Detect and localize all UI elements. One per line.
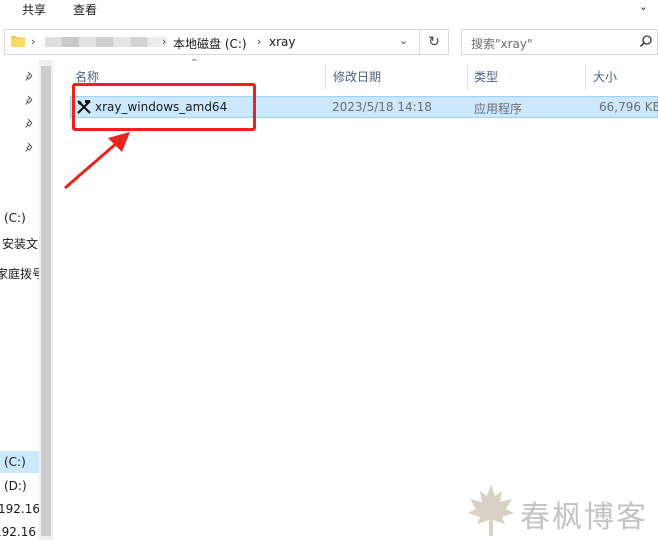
nav-item-install[interactable]: 安装文: [2, 235, 41, 252]
nav-item-drive-c-selected[interactable]: (C:): [0, 451, 39, 473]
nav-item-drive-d[interactable]: (D:): [4, 479, 43, 493]
chevron-right-icon[interactable]: ›: [162, 35, 166, 48]
address-dropdown-chevron-icon[interactable]: ⌄: [399, 34, 408, 47]
chevron-right-icon[interactable]: ›: [31, 35, 35, 48]
pin-icon[interactable]: [25, 142, 35, 152]
nav-item-network-1[interactable]: 192.16: [0, 502, 39, 516]
sort-ascending-icon: ⌃: [190, 58, 199, 69]
column-divider[interactable]: [467, 64, 468, 90]
tab-share[interactable]: 共享: [22, 1, 46, 18]
folder-icon: [11, 36, 25, 47]
nav-scrollbar-thumb[interactable]: [41, 66, 51, 536]
nav-item-network-2[interactable]: 192.16: [0, 525, 39, 539]
watermark: 春枫博客: [462, 482, 658, 540]
ribbon: 共享 查看 ⌄: [0, 0, 658, 20]
nav-item-home-dialup[interactable]: 家庭拨号: [0, 265, 39, 282]
refresh-icon: ↻: [428, 34, 440, 50]
column-divider[interactable]: [325, 64, 326, 90]
column-header-modified[interactable]: 修改日期: [333, 64, 381, 90]
search-icon[interactable]: [639, 34, 653, 48]
expand-ribbon-chevron-icon[interactable]: ⌄: [639, 0, 648, 13]
column-header-type[interactable]: 类型: [474, 64, 498, 90]
column-divider[interactable]: [585, 64, 586, 90]
breadcrumb-xray[interactable]: xray: [269, 35, 296, 49]
tab-view[interactable]: 查看: [73, 1, 97, 18]
blurred-breadcrumb: [45, 37, 167, 47]
red-arrow-annotation: [64, 132, 130, 190]
search-box[interactable]: 搜索"xray": [461, 29, 658, 55]
address-bar[interactable]: › › 本地磁盘 (C:) › xray ⌄: [4, 29, 448, 55]
breadcrumb-drive-c[interactable]: 本地磁盘 (C:): [173, 35, 247, 52]
pin-icon[interactable]: [25, 118, 35, 128]
search-input[interactable]: 搜索"xray": [471, 35, 533, 52]
refresh-button[interactable]: ↻: [419, 29, 449, 55]
file-type: 应用程序: [474, 102, 523, 116]
watermark-text: 春枫博客: [520, 500, 648, 535]
chevron-right-icon[interactable]: ›: [257, 35, 261, 48]
pin-icon[interactable]: [25, 71, 35, 81]
file-modified-date: 2023/5/18 14:18: [332, 100, 432, 114]
maple-leaf-icon: [468, 484, 514, 536]
column-header-size[interactable]: 大小: [593, 64, 617, 90]
pin-icon[interactable]: [25, 95, 35, 105]
nav-item-drive-c[interactable]: (C:): [4, 211, 43, 225]
file-size: 66,796 KB: [599, 100, 658, 114]
red-highlight-box: [72, 83, 256, 131]
